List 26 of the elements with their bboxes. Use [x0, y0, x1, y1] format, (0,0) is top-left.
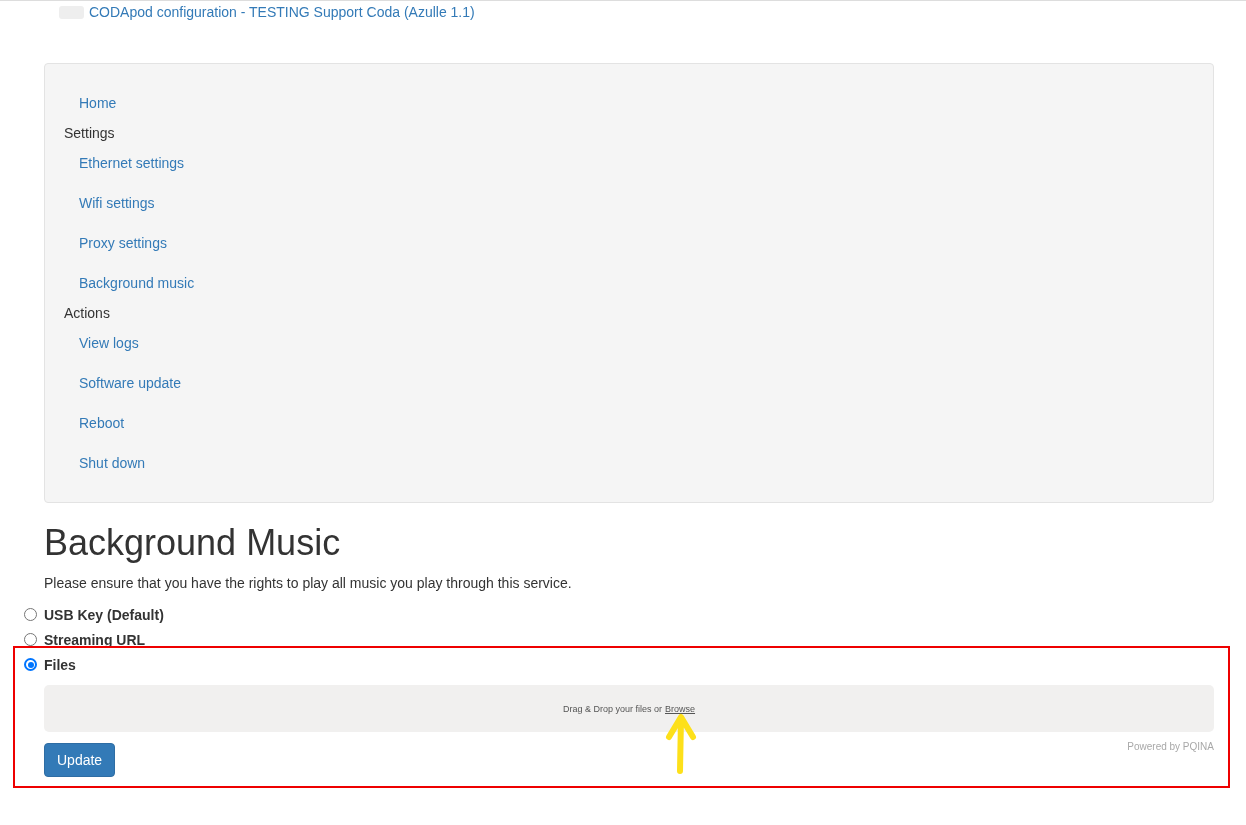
- radio-label: Streaming URL: [44, 631, 146, 648]
- nav-link[interactable]: Proxy settings: [64, 223, 182, 263]
- nav-section-header: Settings: [64, 124, 116, 143]
- rights-notice: Please ensure that you have the rights to play all music you play through this service.: [44, 574, 573, 593]
- page-heading: Background Music: [44, 523, 342, 563]
- nav-link[interactable]: Wifi settings: [64, 183, 170, 223]
- nav-link[interactable]: Software update: [64, 363, 196, 403]
- file-drop-zone[interactable]: Drag & Drop your files or Browse: [44, 685, 1214, 732]
- drop-zone-text: Drag & Drop your files or: [562, 703, 662, 714]
- radio-label: USB Key (Default): [44, 606, 164, 623]
- arrow-annotation: [666, 714, 696, 774]
- nav-link[interactable]: Background music: [64, 263, 210, 303]
- update-button[interactable]: Update: [44, 743, 116, 777]
- nav-link[interactable]: View logs: [64, 323, 154, 363]
- radio-label: Files: [44, 656, 76, 673]
- nav-link[interactable]: Home: [64, 83, 132, 123]
- browse-link[interactable]: Browse: [665, 703, 696, 714]
- site-title-link[interactable]: CODApod configuration - TESTING Support Coda (Azulle 1.1): [89, 4, 475, 20]
- nav-link[interactable]: Ethernet settings: [64, 143, 200, 183]
- radio-button[interactable]: [24, 608, 37, 621]
- nav-section-header: Actions: [64, 304, 111, 323]
- nav-link[interactable]: Reboot: [64, 403, 140, 443]
- radio-button[interactable]: [24, 633, 37, 646]
- nav-link[interactable]: Shut down: [64, 443, 161, 483]
- radio-button[interactable]: [24, 658, 37, 671]
- powered-by-text: Powered by PQINA: [1127, 741, 1214, 752]
